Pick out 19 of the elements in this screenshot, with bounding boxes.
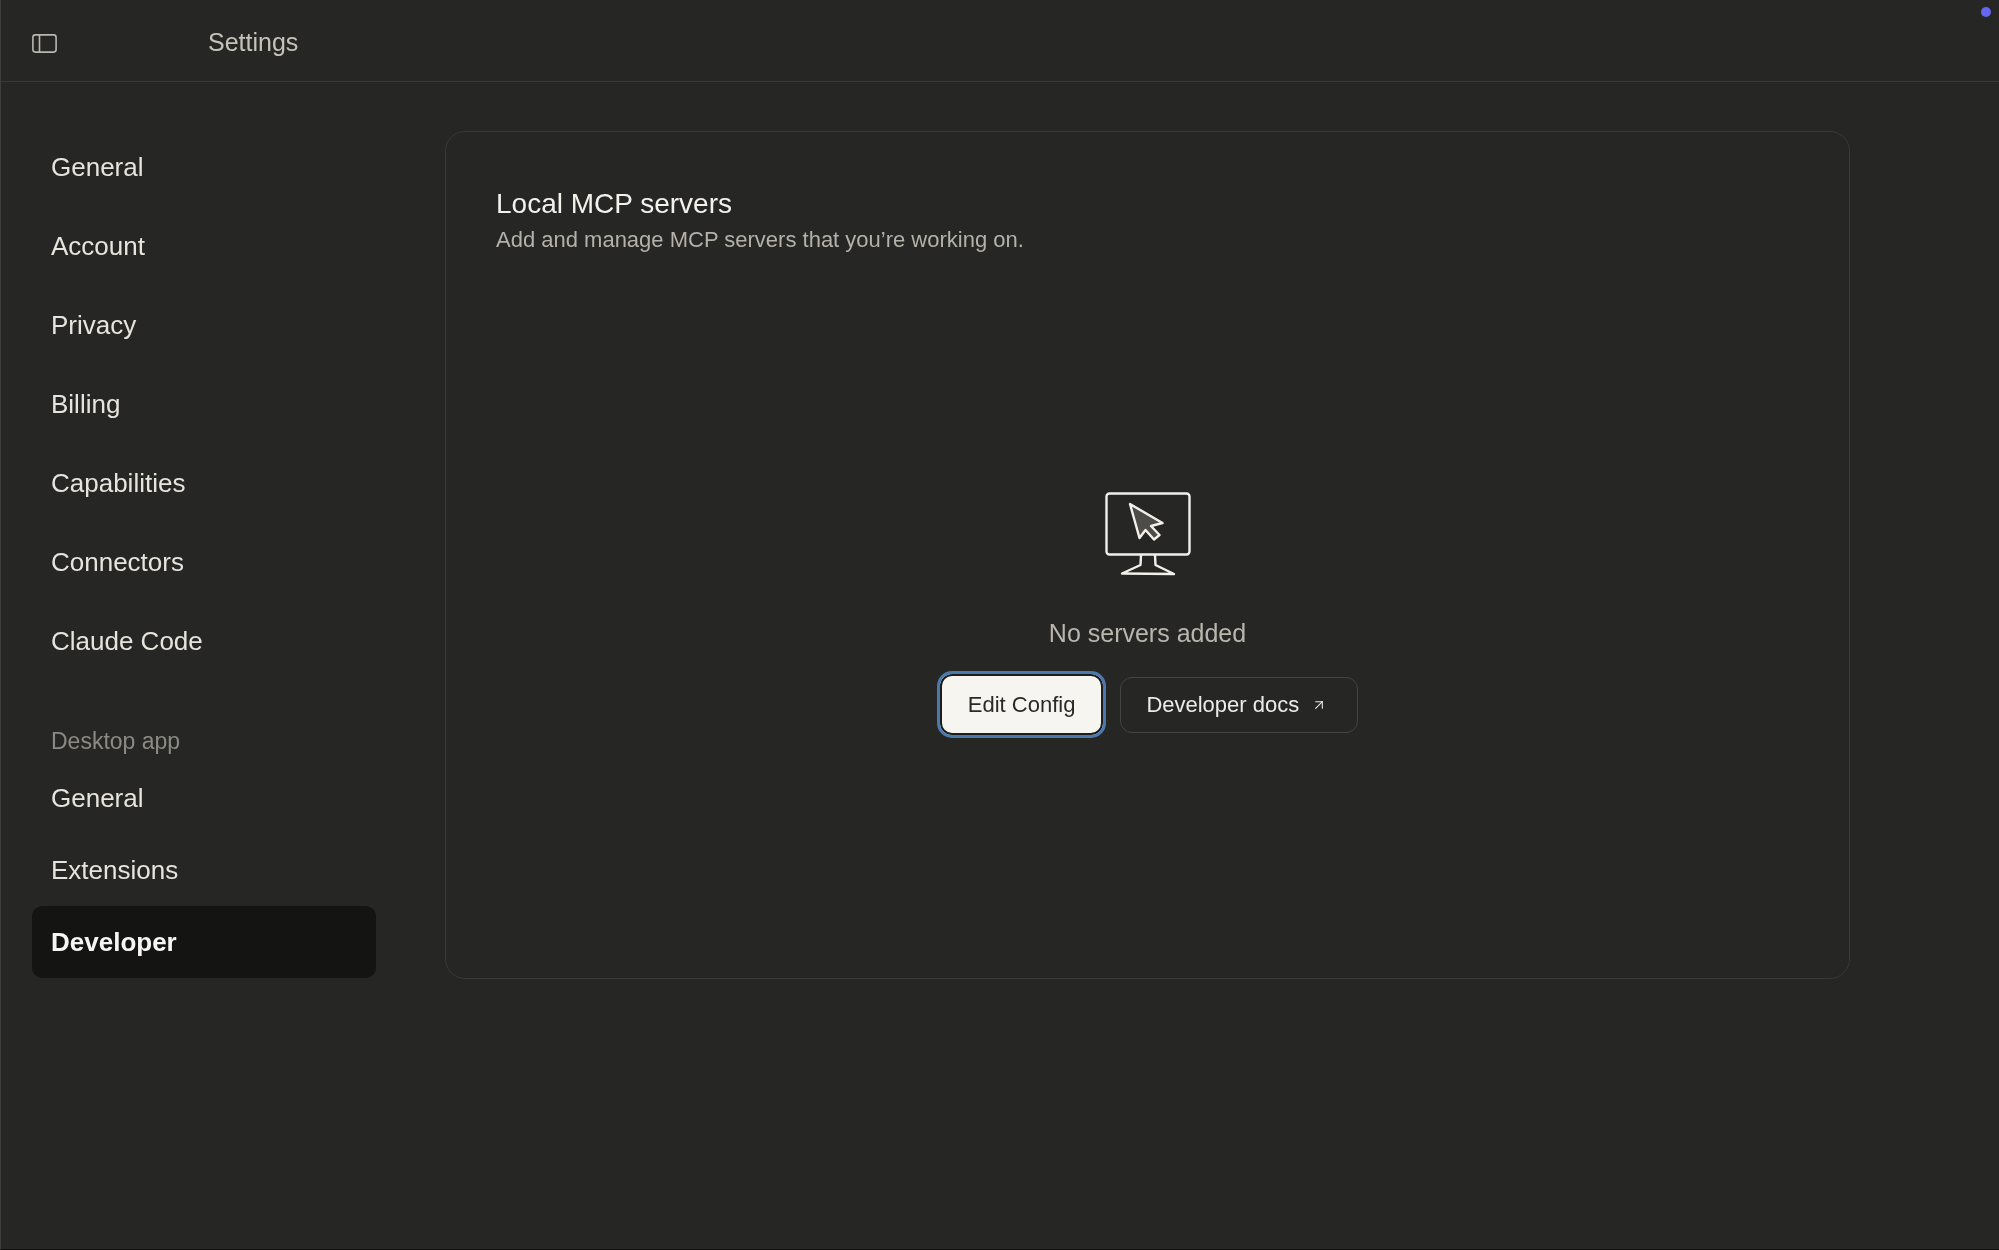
sidebar-item[interactable]: Claude Code (32, 602, 376, 681)
sidebar-item[interactable]: Connectors (32, 523, 376, 602)
sidebar-item[interactable]: Privacy (32, 286, 376, 365)
sidebar-item[interactable]: General (32, 762, 376, 834)
window-title: Settings (208, 27, 299, 59)
sidebar-item[interactable]: Capabilities (32, 444, 376, 523)
edit-config-button[interactable]: Edit Config (936, 671, 1107, 738)
empty-state-message: No servers added (1048, 618, 1247, 649)
sidebar-section-heading: Desktop app (50, 727, 182, 756)
sidebar-item[interactable]: Extensions (32, 834, 376, 906)
card-title: Local MCP servers (496, 187, 733, 221)
card-description: Add and manage MCP servers that you’re working on. (496, 226, 1025, 254)
sidebar-item[interactable]: Developer (32, 906, 376, 978)
developer-docs-link[interactable]: Developer docs (1120, 676, 1359, 733)
sidebar-item[interactable]: Account (32, 207, 376, 286)
sidebar-item[interactable]: General (32, 128, 376, 207)
monitor-cursor-icon (1104, 492, 1191, 576)
sidebar-item[interactable]: Billing (32, 365, 376, 444)
sidebar-panel-icon[interactable] (32, 33, 57, 53)
